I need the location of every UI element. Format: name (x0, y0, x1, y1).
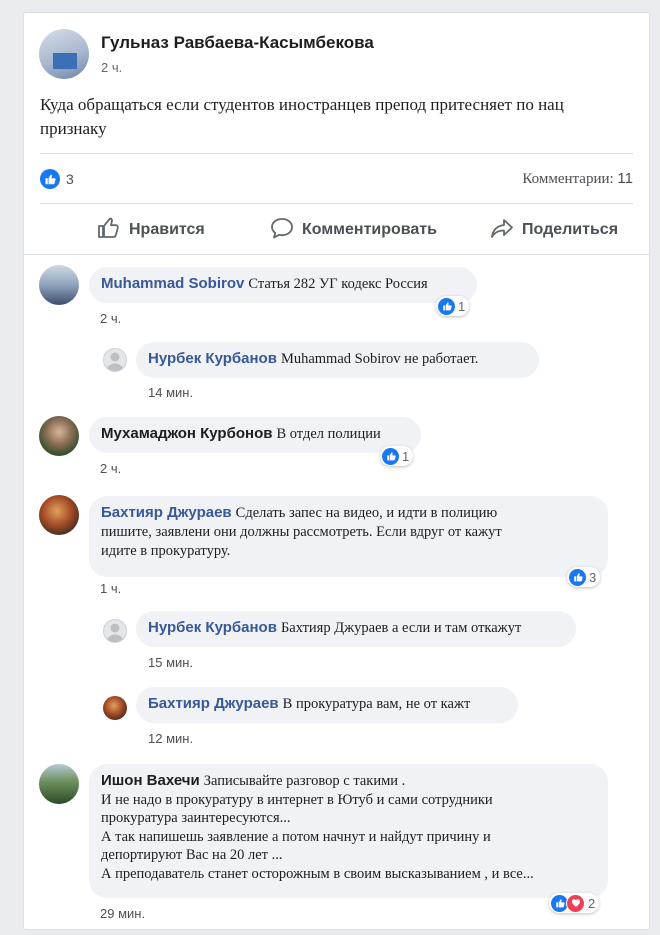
comment-bubble: Мухамаджон Курбонов В отдел полиции (89, 417, 421, 453)
comments-count: 11 (617, 170, 633, 187)
commenter-avatar[interactable] (103, 348, 127, 372)
comment-button-label: Комментировать (302, 221, 437, 238)
heart-icon (566, 893, 585, 913)
commenter-name[interactable]: Нурбек Курбанов (148, 619, 277, 636)
post-text-line: Куда обращаться если студентов иностранц… (40, 95, 564, 114)
comment-bubble: Ишон Вахечи Записывайте разговор с таким… (89, 764, 608, 898)
comment-button[interactable]: Комментировать (270, 213, 437, 247)
comment-bubble: Бахтияр Джураев Сделать запес на видео, … (89, 496, 608, 577)
comment-bubble: Muhammad Sobirov Статья 282 УГ кодекс Ро… (89, 267, 477, 303)
post-card: Гульназ Равбаева-Касымбекова 2 ч. Куда о… (23, 12, 650, 930)
thumbs-up-icon (97, 217, 121, 244)
post-author-name[interactable]: Гульназ Равбаева-Касымбекова (101, 33, 374, 53)
like-icon (569, 568, 586, 586)
post-time[interactable]: 2 ч. (101, 60, 122, 75)
like-button[interactable]: Нравится (97, 213, 205, 247)
divider (40, 203, 633, 204)
comment-text: В отдел полиции (276, 426, 381, 442)
comment-text: прокуратура заинтересуются... (101, 810, 291, 826)
like-button-label: Нравится (129, 221, 205, 238)
comment-text: Бахтияр Джураев а если и там откажут (280, 620, 522, 636)
comment-time[interactable]: 29 мин. (100, 906, 145, 921)
comment-reactions[interactable]: 1 (436, 296, 470, 316)
like-icon (382, 447, 399, 465)
comment-line: Бахтияр Джураев Сделать запес на видео, … (101, 504, 596, 522)
comment-text: пишите, заявлени они должны рассмотреть.… (101, 524, 502, 540)
comments-summary[interactable]: Комментарии: 11 (522, 170, 633, 188)
share-button-label: Поделиться (522, 221, 619, 238)
comment-time[interactable]: 1 ч. (100, 581, 121, 596)
commenter-name[interactable]: Бахтияр Джураев (101, 504, 232, 521)
comment-time[interactable]: 12 мин. (148, 731, 193, 746)
comment-text: И не надо в прокуратуру в интернет в Юту… (101, 791, 493, 808)
reaction-count: 1 (402, 448, 410, 464)
commenter-name[interactable]: Мухамаджон Курбонов (101, 425, 272, 442)
comment-time[interactable]: 2 ч. (100, 311, 121, 326)
commenter-avatar[interactable] (39, 764, 79, 804)
reaction-summary[interactable]: 3 (40, 169, 74, 189)
post-text-line: признаку (40, 119, 107, 138)
commenter-avatar[interactable] (103, 619, 127, 643)
reaction-count: 1 (458, 298, 466, 314)
comment-text: В прокуратура вам, не от кажт (282, 696, 471, 712)
comment-text: Записывайте разговор с такими . (203, 773, 406, 789)
post-author-avatar[interactable] (39, 29, 89, 79)
comments-label: Комментарии: (522, 171, 614, 187)
comment-text: А преподаватель станет осторожным в свои… (101, 865, 534, 882)
share-button[interactable]: Поделиться (490, 213, 618, 247)
reply-bubble: Нурбек Курбанов Бахтияр Джураев а если и… (136, 611, 576, 647)
comment-text: А так напишешь заявление а потом начнут … (101, 828, 491, 845)
like-icon (438, 297, 455, 315)
reply-bubble: Нурбек Курбанов Muhammad Sobirov не рабо… (136, 342, 539, 378)
comment-text: Muhammad Sobirov не работает. (280, 351, 479, 367)
commenter-avatar[interactable] (103, 696, 127, 720)
comment-icon (270, 217, 294, 244)
comment-reactions[interactable]: 1 (380, 446, 414, 466)
commenter-name[interactable]: Бахтияр Джураев (148, 695, 279, 712)
reaction-count: 2 (588, 895, 596, 911)
comment-time[interactable]: 15 мин. (148, 655, 193, 670)
comment-text: Статья 282 УГ кодекс Россия (248, 276, 428, 292)
post-text: Куда обращаться если студентов иностранц… (40, 93, 564, 141)
comment-line: Ишон Вахечи Записывайте разговор с таким… (101, 772, 596, 791)
comment-time[interactable]: 2 ч. (100, 461, 121, 476)
commenter-avatar[interactable] (39, 416, 79, 456)
comment-text: депортируют Вас на 20 лет ... (101, 847, 283, 863)
like-icon (40, 169, 60, 189)
comment-reactions[interactable]: 3 (567, 567, 601, 587)
commenter-name[interactable]: Ишон Вахечи (101, 772, 200, 789)
commenter-name[interactable]: Muhammad Sobirov (101, 275, 244, 292)
divider (24, 254, 649, 255)
reaction-count: 3 (589, 569, 597, 585)
like-count: 3 (66, 171, 74, 187)
reply-bubble: Бахтияр Джураев В прокуратура вам, не от… (136, 687, 518, 723)
divider (40, 153, 633, 154)
commenter-name[interactable]: Нурбек Курбанов (148, 350, 277, 367)
commenter-avatar[interactable] (39, 495, 79, 535)
comment-text: Сделать запес на видео, и идти в полицию (235, 505, 498, 521)
comment-reactions[interactable]: 2 (549, 893, 600, 913)
share-icon (490, 217, 514, 244)
commenter-avatar[interactable] (39, 265, 79, 305)
comment-time[interactable]: 14 мин. (148, 385, 193, 400)
comment-text: идите в прокуратуру. (101, 543, 231, 559)
